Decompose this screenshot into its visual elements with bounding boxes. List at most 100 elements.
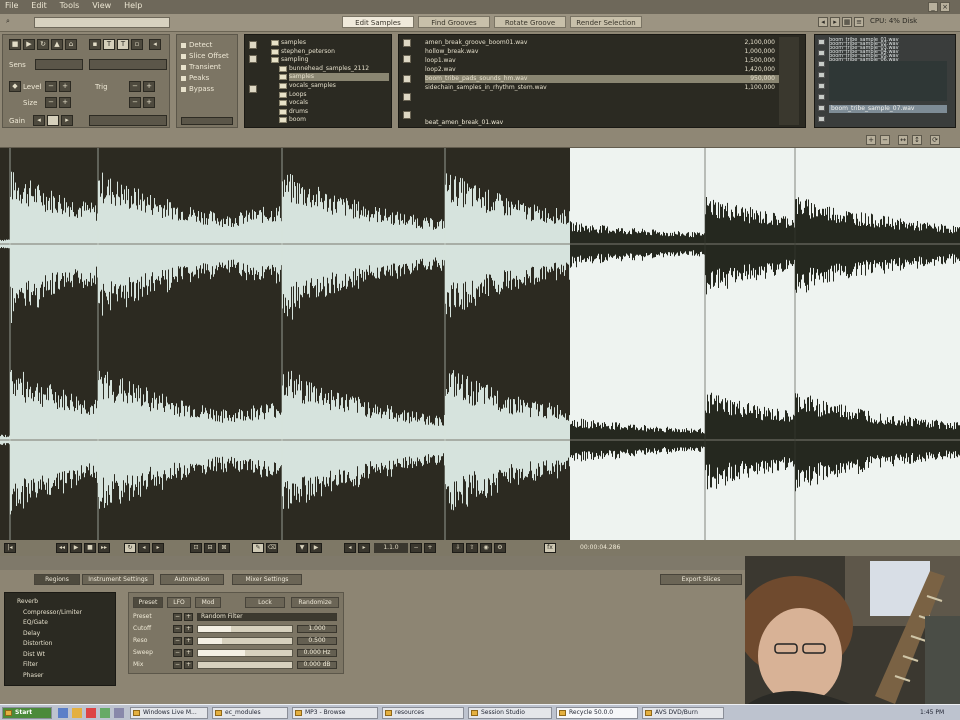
- fx-tab-preset[interactable]: Preset: [133, 597, 163, 608]
- select-tool-icon[interactable]: ▪: [89, 39, 101, 50]
- file-info-icon[interactable]: [403, 55, 411, 63]
- folder-up-icon[interactable]: [249, 41, 257, 49]
- cut-icon[interactable]: ■: [9, 39, 21, 50]
- slice-list-icon[interactable]: [818, 61, 825, 67]
- fx-param-slider[interactable]: [197, 649, 293, 657]
- quicklaunch-media-icon[interactable]: [86, 708, 96, 718]
- level-up-button[interactable]: +: [59, 81, 71, 92]
- taskbar-item[interactable]: resources: [382, 707, 464, 719]
- forward-icon[interactable]: ▸▸: [98, 543, 110, 553]
- fx-param-slider[interactable]: [197, 625, 293, 633]
- slice-list-icon[interactable]: [818, 72, 825, 78]
- next-icon[interactable]: ▸: [830, 17, 840, 27]
- bar-down-icon[interactable]: ◂: [344, 543, 356, 553]
- slice-list-icon[interactable]: [818, 105, 825, 111]
- file-row[interactable]: amen_break_groove_boom01.wav 2,100,000: [425, 39, 779, 47]
- tree-item[interactable]: vocals: [279, 99, 389, 107]
- fx-param-down-button[interactable]: −: [173, 661, 182, 669]
- tree-item[interactable]: drums: [279, 108, 389, 116]
- tab-rotate-groove[interactable]: Rotate Groove: [494, 16, 566, 28]
- grid-icon[interactable]: ▦: [842, 17, 852, 27]
- mute-slice-icon[interactable]: ⊠: [218, 543, 230, 553]
- gain-down-button[interactable]: ◂: [33, 115, 45, 126]
- loop-button[interactable]: ↻: [124, 543, 136, 553]
- folder-new-icon[interactable]: [249, 55, 257, 63]
- option-checkbox-5[interactable]: [181, 87, 186, 92]
- taskbar-item[interactable]: Windows Live M...: [130, 707, 208, 719]
- lock-icon[interactable]: ⌂: [65, 39, 77, 50]
- fx-param-down-button[interactable]: −: [173, 637, 182, 645]
- text-tool-icon[interactable]: T: [103, 39, 115, 50]
- fx-param-up-button[interactable]: +: [184, 613, 193, 621]
- fx-param-value[interactable]: 0.000 dB: [297, 661, 337, 669]
- gain-field[interactable]: [89, 115, 167, 126]
- to-start-icon[interactable]: |◂: [4, 543, 16, 553]
- bpm-up-button[interactable]: +: [143, 97, 155, 108]
- stop-button[interactable]: ■: [84, 543, 96, 553]
- fx-param-up-button[interactable]: +: [184, 625, 193, 633]
- file-row[interactable]: loop2.wav 1,420,000: [425, 66, 779, 74]
- bpm-down-button[interactable]: −: [129, 97, 141, 108]
- slice-next-icon[interactable]: ▸: [152, 543, 164, 553]
- fx-param-up-button[interactable]: +: [184, 649, 193, 657]
- option-slider[interactable]: [181, 117, 233, 125]
- option-checkbox-1[interactable]: [181, 43, 186, 48]
- tree-item[interactable]: bunnehead_samples_2112: [279, 65, 389, 73]
- list-icon[interactable]: ≡: [854, 17, 864, 27]
- tree-item[interactable]: samples: [279, 73, 389, 82]
- fx-param-up-button[interactable]: +: [184, 637, 193, 645]
- quicklaunch-ie-icon[interactable]: [58, 708, 68, 718]
- search-input[interactable]: [34, 17, 170, 28]
- rewind-icon[interactable]: ◂◂: [56, 543, 68, 553]
- speaker-icon[interactable]: ◂: [149, 39, 161, 50]
- trig-down-button[interactable]: −: [129, 81, 141, 92]
- quicklaunch-app-icon[interactable]: [100, 708, 110, 718]
- tree-item[interactable]: stephen_peterson: [271, 48, 389, 56]
- bar-up-icon[interactable]: ▸: [358, 543, 370, 553]
- fx-param-up-button[interactable]: +: [184, 661, 193, 669]
- start-button[interactable]: Start: [2, 707, 52, 719]
- file-list-scrollbar[interactable]: [779, 37, 799, 125]
- folder-refresh-icon[interactable]: [249, 85, 257, 93]
- pos-down-icon[interactable]: −: [410, 543, 422, 553]
- tab-find-grooves[interactable]: Find Grooves: [418, 16, 490, 28]
- zoom-fit-icon[interactable]: ↔: [898, 135, 908, 145]
- taskbar-item[interactable]: Recycle 50.0.0: [556, 707, 638, 719]
- fx-tab-lfo[interactable]: LFO: [167, 597, 191, 608]
- gain-up-button[interactable]: ▸: [61, 115, 73, 126]
- effect-item[interactable]: Dist Wt: [11, 650, 111, 659]
- slice-list-icon[interactable]: [818, 94, 825, 100]
- sens-field[interactable]: [35, 59, 83, 70]
- slice-list-icon[interactable]: [818, 116, 825, 122]
- option-checkbox-3[interactable]: [181, 65, 186, 70]
- file-row[interactable]: boom_tribe_pads_sounds_hm.wav 950,000: [425, 75, 779, 83]
- option-checkbox-4[interactable]: [181, 76, 186, 81]
- settings-icon[interactable]: ⚙: [494, 543, 506, 553]
- taskbar-item[interactable]: Session Studio: [468, 707, 552, 719]
- file-audition-icon[interactable]: [403, 75, 411, 83]
- tab-instrument-settings[interactable]: Instrument Settings: [82, 574, 154, 585]
- fx-param-down-button[interactable]: −: [173, 649, 182, 657]
- tree-item[interactable]: vocals_samples: [279, 82, 389, 90]
- taskbar-item[interactable]: MP3 - Browse: [292, 707, 378, 719]
- size-up-button[interactable]: +: [59, 97, 71, 108]
- export-slices-button[interactable]: Export Slices: [660, 574, 742, 585]
- tab-mixer-settings[interactable]: Mixer Settings: [232, 574, 302, 585]
- fx-param-down-button[interactable]: −: [173, 625, 182, 633]
- waveform-display[interactable]: [0, 148, 960, 540]
- effect-item[interactable]: Delay: [11, 629, 111, 638]
- play-button[interactable]: ▶: [70, 543, 82, 553]
- render-icon[interactable]: ⇧: [466, 543, 478, 553]
- fx-param-value[interactable]: 0.500: [297, 637, 337, 645]
- file-add-icon[interactable]: [403, 93, 411, 101]
- eraser-icon[interactable]: ⌫: [266, 543, 278, 553]
- effect-item[interactable]: Filter: [11, 660, 111, 669]
- fx-randomize-button[interactable]: Randomize: [291, 597, 339, 608]
- tree-item[interactable]: sampling: [271, 56, 389, 64]
- marker-next-icon[interactable]: ▶: [310, 543, 322, 553]
- trig-up-button[interactable]: +: [143, 81, 155, 92]
- gain-value-box[interactable]: [47, 115, 59, 126]
- taskbar-item[interactable]: ec_modules: [212, 707, 288, 719]
- fx-param-down-button[interactable]: −: [173, 613, 182, 621]
- tree-item[interactable]: boom: [279, 116, 389, 124]
